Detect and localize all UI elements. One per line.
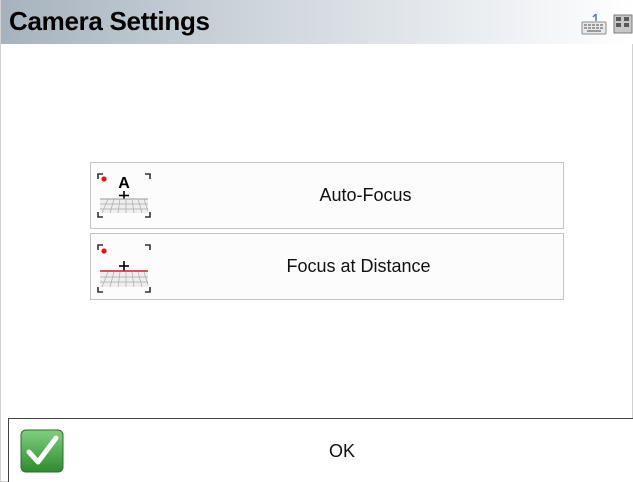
auto-focus-icon: A: [97, 173, 151, 218]
page-title: Camera Settings: [9, 6, 210, 36]
keyboard-icon[interactable]: [581, 12, 607, 36]
status-icon[interactable]: [613, 12, 633, 36]
focus-at-distance-label: Focus at Distance: [286, 256, 431, 276]
focus-distance-icon: [97, 244, 151, 293]
ok-button[interactable]: OK: [8, 418, 633, 482]
ok-label: OK: [329, 441, 356, 461]
svg-text:A: A: [118, 175, 130, 192]
camera-settings-window: Camera Settings A Auto-Focus Focus at Di…: [0, 0, 633, 482]
checkmark-icon: [20, 429, 64, 473]
focus-at-distance-button[interactable]: Focus at Distance: [90, 233, 564, 300]
auto-focus-label: Auto-Focus: [319, 185, 412, 205]
auto-focus-button[interactable]: A Auto-Focus: [90, 162, 564, 229]
title-bar: Camera Settings: [1, 0, 633, 44]
